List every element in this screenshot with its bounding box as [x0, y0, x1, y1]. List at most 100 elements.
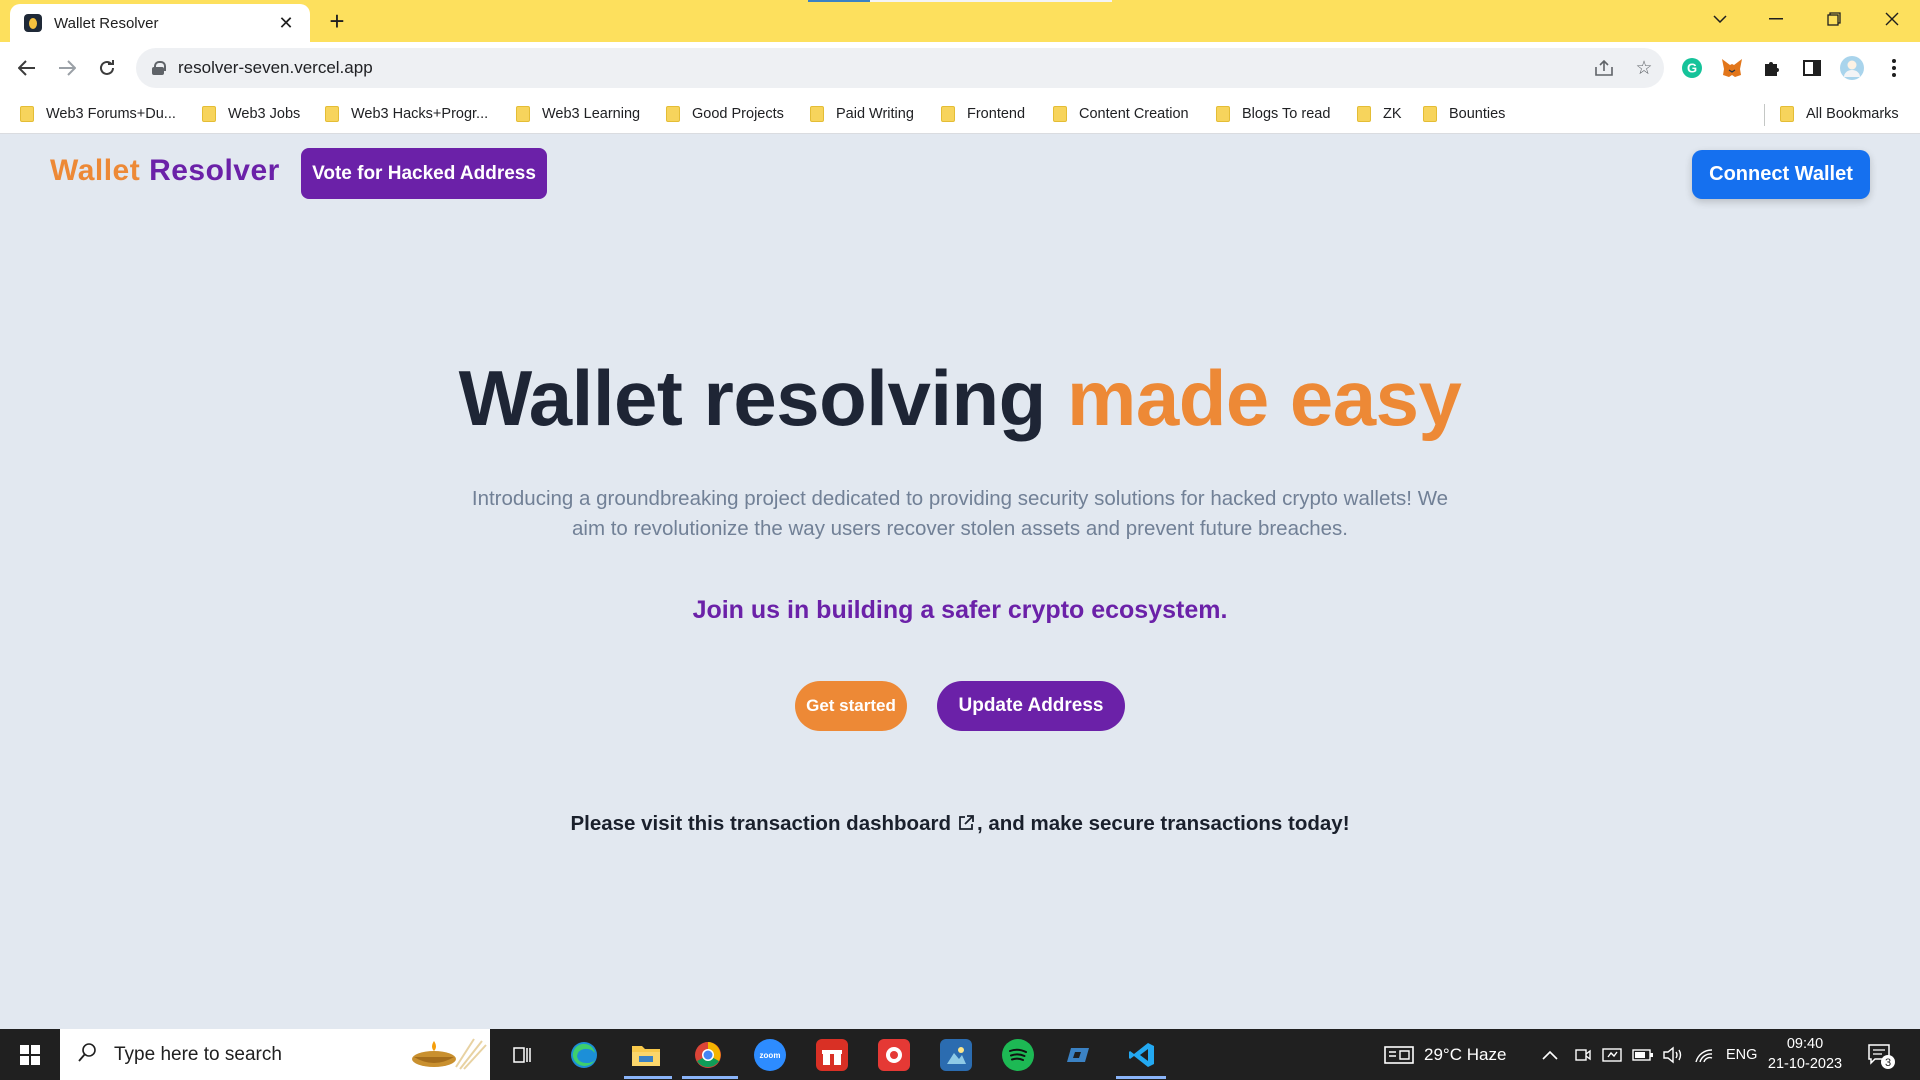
forward-icon[interactable]	[49, 50, 85, 86]
task-view-icon[interactable]	[506, 1039, 538, 1071]
dashboard-link[interactable]: Please visit this transaction dashboard	[570, 812, 951, 835]
hero-title: Wallet resolving made easy	[0, 353, 1920, 444]
favicon-icon	[24, 14, 42, 32]
page-viewport: Wallet Resolver Vote for Hacked Address …	[0, 135, 1920, 1029]
get-started-button[interactable]: Get started	[795, 681, 907, 731]
hero-title-main: Wallet resolving	[458, 354, 1047, 442]
photos-app-icon[interactable]	[940, 1039, 972, 1071]
grammarly-icon[interactable]: G	[1678, 54, 1706, 82]
tab-strip-indicator	[808, 0, 870, 2]
bookmark-separator	[1764, 104, 1765, 126]
weather-widget[interactable]: 29°C Haze	[1384, 1029, 1506, 1080]
bookmark-label: Paid Writing	[836, 106, 914, 122]
file-explorer-icon[interactable]	[630, 1039, 662, 1071]
bookmarks-bar: Web3 Forums+Du... Web3 Jobs Web3 Hacks+P…	[0, 94, 1920, 134]
vscode-icon[interactable]	[1126, 1039, 1158, 1071]
diwali-lamp-icon	[400, 1035, 490, 1075]
folder-icon	[1423, 106, 1437, 122]
dashboard-notice: Please visit this transaction dashboard,…	[0, 812, 1920, 838]
new-tab-button[interactable]: +	[322, 6, 352, 36]
extensions-puzzle-icon[interactable]	[1758, 54, 1786, 82]
bookmark-label: Web3 Jobs	[228, 106, 301, 122]
bookmark-folder-web3-learning[interactable]: Web3 Learning	[516, 102, 640, 126]
close-tab-icon[interactable]: ✕	[276, 13, 296, 34]
bookmark-label: Content Creation	[1079, 106, 1189, 122]
tab-title: Wallet Resolver	[54, 14, 159, 32]
reload-icon[interactable]	[89, 50, 125, 86]
bookmark-label: Blogs To read	[1242, 106, 1331, 122]
bookmark-label: Bounties	[1449, 106, 1506, 122]
tab-search-chevron-icon[interactable]	[1692, 0, 1748, 38]
bookmark-label: ZK	[1383, 106, 1402, 122]
folder-icon	[516, 106, 530, 122]
bookmark-star-icon[interactable]: ☆	[1624, 48, 1664, 88]
hero-description: Introducing a groundbreaking project ded…	[471, 487, 1449, 540]
bookmark-folder-all-bookmarks[interactable]: All Bookmarks	[1780, 102, 1899, 126]
clock-time: 09:40	[1786, 1036, 1824, 1052]
bookmark-folder-good-projects[interactable]: Good Projects	[666, 102, 784, 126]
edge-browser-icon[interactable]	[568, 1039, 600, 1071]
notification-center-icon[interactable]: 3	[1866, 1029, 1896, 1080]
folder-icon	[1216, 106, 1230, 122]
update-address-button[interactable]: Update Address	[937, 681, 1125, 731]
volume-icon[interactable]	[1662, 1029, 1684, 1080]
bookmark-folder-web3-hacks[interactable]: Web3 Hacks+Progr...	[325, 102, 488, 126]
spotify-icon[interactable]	[1002, 1039, 1034, 1071]
show-hidden-icons-chevron-icon[interactable]	[1542, 1029, 1558, 1080]
share-icon[interactable]	[1584, 48, 1624, 88]
wifi-icon[interactable]	[1694, 1029, 1714, 1080]
lock-icon[interactable]	[152, 61, 166, 75]
external-link-icon[interactable]	[957, 814, 975, 838]
address-bar[interactable]: resolver-seven.vercel.app ☆	[136, 48, 1664, 88]
network-monitor-icon[interactable]	[1602, 1029, 1622, 1080]
restore-icon[interactable]	[1806, 0, 1862, 38]
bookmark-folder-blogs-to-read[interactable]: Blogs To read	[1216, 102, 1330, 126]
windows-start-icon[interactable]	[0, 1029, 60, 1080]
svg-text:G: G	[1687, 61, 1697, 76]
bookmark-folder-web3-jobs[interactable]: Web3 Jobs	[202, 102, 300, 126]
clock-date: 21-10-2023	[1767, 1056, 1843, 1072]
url-text[interactable]: resolver-seven.vercel.app	[178, 58, 1584, 78]
bookmark-folder-bounties[interactable]: Bounties	[1423, 102, 1505, 126]
browser-tab-active[interactable]: Wallet Resolver ✕	[10, 4, 310, 42]
input-language-indicator[interactable]: ENG	[1726, 1029, 1757, 1080]
cloud-sync-icon[interactable]	[1064, 1039, 1096, 1071]
tab-strip-indicator-secondary	[870, 0, 1112, 2]
bookmark-folder-content-creation[interactable]: Content Creation	[1053, 102, 1189, 126]
screen-recorder-icon[interactable]	[878, 1039, 910, 1071]
bookmark-label: Frontend	[967, 106, 1026, 122]
profile-avatar[interactable]	[1838, 54, 1866, 82]
browser-menu-icon[interactable]	[1880, 54, 1908, 82]
system-clock[interactable]: 09:40 21-10-2023	[1760, 1034, 1850, 1074]
folder-icon	[20, 106, 34, 122]
windows-taskbar: Type here to search zoom 29°C Haze ENG 0…	[0, 1029, 1920, 1080]
connect-wallet-button[interactable]: Connect Wallet	[1692, 150, 1870, 199]
zoom-app-icon[interactable]: zoom	[754, 1039, 786, 1071]
metamask-icon[interactable]	[1718, 54, 1746, 82]
bookmark-label: All Bookmarks	[1806, 106, 1899, 122]
folder-icon	[666, 106, 680, 122]
search-icon	[78, 1042, 98, 1067]
brand-logo[interactable]: Wallet Resolver	[50, 154, 280, 188]
folder-icon	[1780, 106, 1794, 122]
minimize-icon[interactable]	[1748, 0, 1804, 38]
bookmark-folder-paid-writing[interactable]: Paid Writing	[810, 102, 914, 126]
bookmark-label: Web3 Forums+Du...	[46, 106, 176, 122]
folder-icon	[1053, 106, 1067, 122]
gift-app-icon[interactable]	[816, 1039, 848, 1071]
back-icon[interactable]	[9, 50, 45, 86]
folder-icon	[325, 106, 339, 122]
bookmark-label: Web3 Learning	[542, 106, 641, 122]
bookmark-folder-web3-forums[interactable]: Web3 Forums+Du...	[20, 102, 176, 126]
browser-tab-bar: Wallet Resolver ✕ +	[0, 0, 1920, 42]
bookmark-folder-zk[interactable]: ZK	[1357, 102, 1402, 126]
chrome-browser-icon[interactable]	[692, 1039, 724, 1071]
bookmark-folder-frontend[interactable]: Frontend	[941, 102, 1025, 126]
vscode-active-indicator	[1116, 1076, 1166, 1079]
taskbar-search-box[interactable]: Type here to search	[60, 1029, 490, 1080]
battery-icon[interactable]	[1632, 1029, 1654, 1080]
close-window-icon[interactable]	[1864, 0, 1920, 38]
side-panel-icon[interactable]	[1798, 54, 1826, 82]
vote-hacked-address-button[interactable]: Vote for Hacked Address	[301, 148, 547, 199]
meet-now-icon[interactable]	[1574, 1029, 1592, 1080]
